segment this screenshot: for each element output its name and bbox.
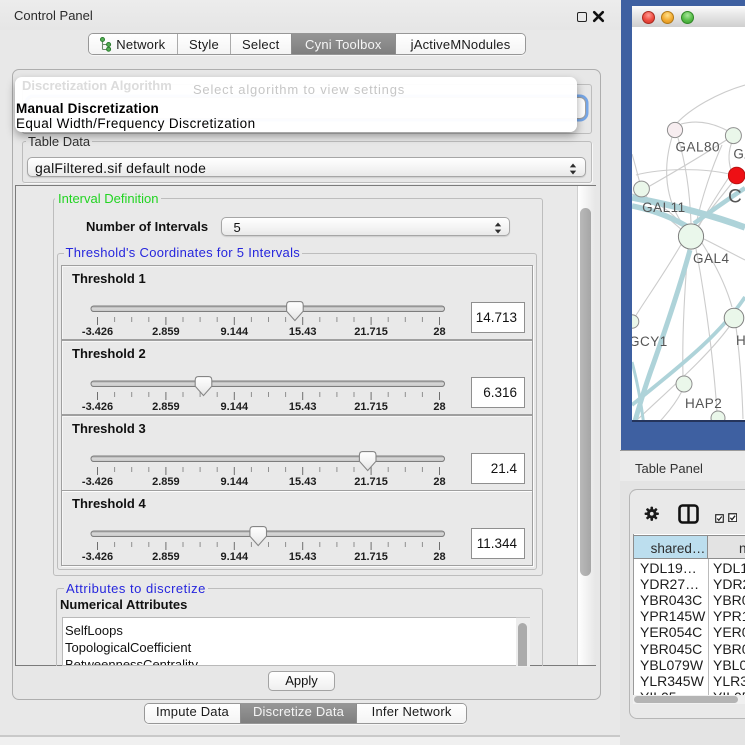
svg-text:GAL11: GAL11 xyxy=(642,200,686,215)
svg-text:GAL4: GAL4 xyxy=(693,251,730,266)
svg-text:GA: GA xyxy=(733,147,745,162)
svg-text:21.715: 21.715 xyxy=(354,551,388,563)
svg-text:9.144: 9.144 xyxy=(221,551,249,563)
svg-text:9.144: 9.144 xyxy=(221,326,249,338)
svg-text:2.859: 2.859 xyxy=(152,476,180,488)
svg-text:21.715: 21.715 xyxy=(354,401,388,413)
svg-text:HAP2: HAP2 xyxy=(685,396,722,411)
svg-text:15.43: 15.43 xyxy=(289,401,317,413)
svg-text:9.144: 9.144 xyxy=(221,476,249,488)
svg-text:21.715: 21.715 xyxy=(354,476,388,488)
svg-text:-3.426: -3.426 xyxy=(82,551,113,563)
svg-text:15.43: 15.43 xyxy=(289,476,317,488)
svg-text:28: 28 xyxy=(433,476,445,488)
svg-text:-3.426: -3.426 xyxy=(82,326,113,338)
svg-text:28: 28 xyxy=(433,326,445,338)
svg-text:2.859: 2.859 xyxy=(152,401,180,413)
svg-text:2.859: 2.859 xyxy=(152,551,180,563)
svg-text:21.715: 21.715 xyxy=(354,326,388,338)
svg-text:9.144: 9.144 xyxy=(221,401,249,413)
svg-text:-3.426: -3.426 xyxy=(82,401,113,413)
svg-text:15.43: 15.43 xyxy=(289,326,317,338)
svg-text:-3.426: -3.426 xyxy=(82,476,113,488)
svg-text:GCY1: GCY1 xyxy=(632,334,668,349)
svg-text:GAL80: GAL80 xyxy=(676,140,721,155)
svg-text:C: C xyxy=(728,187,742,208)
svg-text:15.43: 15.43 xyxy=(289,551,317,563)
svg-text:28: 28 xyxy=(433,551,445,563)
svg-text:H: H xyxy=(736,333,745,348)
svg-text:2.859: 2.859 xyxy=(152,326,180,338)
svg-text:28: 28 xyxy=(433,401,445,413)
